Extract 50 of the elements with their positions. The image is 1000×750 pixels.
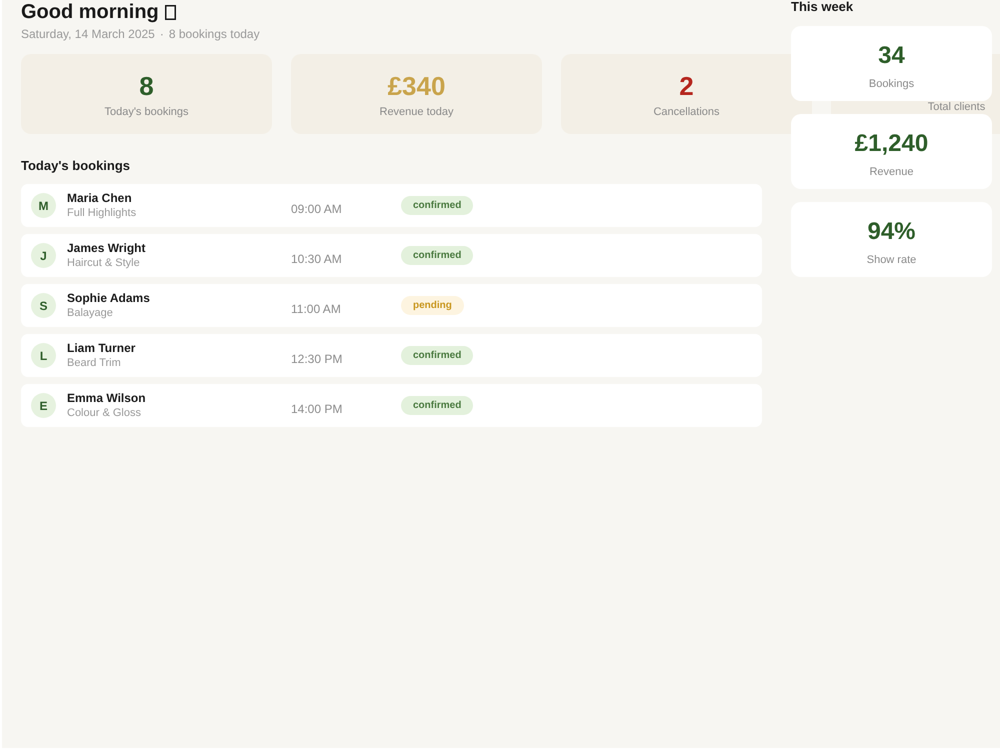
- date-text: Saturday, 14 March 2025: [21, 26, 155, 42]
- client-name: Maria Chen: [67, 191, 132, 206]
- status-badge: confirmed: [401, 396, 474, 415]
- client-name: James Wright: [67, 241, 146, 256]
- stat-label: Total clients: [928, 101, 986, 113]
- booking-row[interactable]: S Sophie Adams Balayage 11:00 AM pending: [21, 284, 762, 327]
- bookings-summary: 8 bookings today: [168, 26, 260, 42]
- avatar: E: [31, 393, 56, 418]
- booking-time: 10:30 AM: [291, 252, 342, 266]
- stat-value: £340: [388, 70, 446, 102]
- avatar: J: [31, 243, 56, 268]
- booking-row[interactable]: L Liam Turner Beard Trim 12:30 PM confirmed: [21, 334, 762, 377]
- summary-label: Bookings: [868, 77, 914, 91]
- summary-value: 94%: [867, 218, 916, 246]
- booking-row[interactable]: M Maria Chen Full Highlights 09:00 AM confirmed: [21, 184, 762, 227]
- status-badge: confirmed: [401, 346, 474, 365]
- client-name: Emma Wilson: [67, 391, 146, 406]
- booking-time: 11:00 AM: [291, 302, 341, 316]
- status-badge: confirmed: [401, 246, 474, 265]
- status-badge: pending: [401, 296, 464, 315]
- summary-value: £1,240: [854, 130, 928, 158]
- avatar: S: [31, 293, 56, 318]
- stat-label: Today's bookings: [104, 105, 189, 119]
- avatar: L: [31, 343, 56, 368]
- stat-label: Revenue today: [380, 105, 454, 119]
- stat-value: 2: [679, 70, 694, 102]
- client-name: Liam Turner: [67, 341, 136, 356]
- booking-time: 14:00 PM: [291, 402, 342, 416]
- service-name: Full Highlights: [67, 206, 136, 220]
- service-name: Beard Trim: [67, 356, 121, 370]
- separator: ·: [160, 26, 164, 42]
- summary-value: 34: [878, 42, 905, 70]
- summary-label: Show rate: [866, 253, 916, 267]
- summary-label: Revenue: [869, 165, 914, 179]
- service-name: Colour & Gloss: [67, 406, 141, 420]
- section-heading: Today's bookings: [21, 158, 132, 174]
- booking-time: 12:30 PM: [291, 352, 342, 366]
- section-heading: This week: [791, 0, 854, 14]
- stat-label: Cancellations: [653, 105, 720, 119]
- service-name: Balayage: [67, 306, 113, 320]
- booking-row[interactable]: J James Wright Haircut & Style 10:30 AM confirmed: [21, 234, 762, 277]
- booking-row[interactable]: E Emma Wilson Colour & Gloss 14:00 PM confirmed: [21, 384, 762, 427]
- service-name: Haircut & Style: [67, 256, 140, 270]
- avatar: M: [31, 193, 56, 218]
- greeting-heading: Good morning: [21, 0, 159, 24]
- client-name: Sophie Adams: [67, 291, 150, 306]
- booking-time: 09:00 AM: [291, 202, 342, 216]
- stat-value: 8: [139, 70, 154, 102]
- status-badge: confirmed: [401, 196, 474, 215]
- box-icon: [164, 4, 176, 20]
